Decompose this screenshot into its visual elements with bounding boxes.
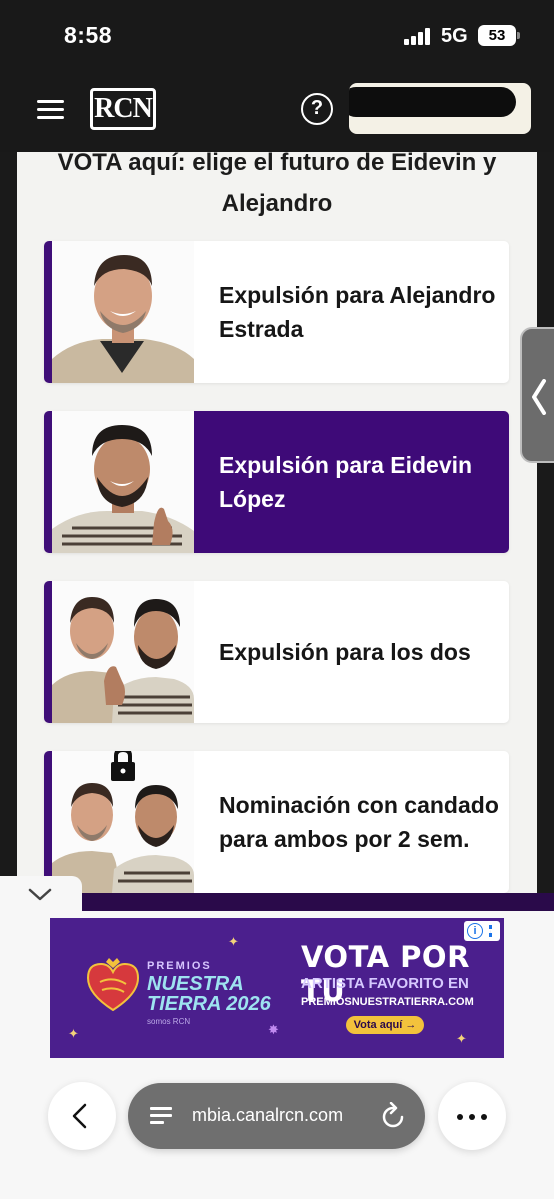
vote-option-label: Expulsión para los dos <box>219 639 471 665</box>
ad-url: PREMIOSNUESTRATIERRA.COM <box>301 996 474 1008</box>
ad-premios-line2: TIERRA 2026 <box>147 993 271 1015</box>
eidevin-photo <box>52 411 194 553</box>
star-decoration: ✦ <box>456 1031 467 1046</box>
network-type: 5G <box>441 25 468 47</box>
both-photo <box>52 581 194 723</box>
vote-panel: VOTA aquí: elige el futuro de Eidevin y … <box>17 152 537 912</box>
back-button[interactable] <box>48 1082 116 1150</box>
ad-subtitle: ARTISTA FAVORITO EN <box>301 975 469 992</box>
status-bar: 8:58 5G 53 <box>0 0 554 72</box>
alejandro-photo <box>52 241 194 383</box>
ad-premios-sub: somos RCN <box>147 1017 191 1026</box>
address-bar[interactable]: mbia.canalrcn.com <box>128 1083 425 1149</box>
status-time: 8:58 <box>64 22 113 48</box>
heart-logo-icon <box>86 958 140 1012</box>
vote-option-both[interactable]: Expulsión para los dos <box>44 581 509 723</box>
hamburger-menu-icon[interactable] <box>37 98 65 120</box>
help-circle-icon[interactable]: ? <box>301 93 333 125</box>
side-drawer-handle[interactable] <box>520 327 554 463</box>
vote-option-eidevin[interactable]: Expulsión para Eidevin López <box>44 411 509 553</box>
vote-option-label: Nominación con candado para ambos por 2 … <box>219 792 499 852</box>
collapse-ad-button[interactable] <box>0 876 82 916</box>
banner-ad[interactable]: ✦ ✦ ✸ ✦ PREMIOS NUESTRA TIERRA 2026 somo… <box>50 918 504 1058</box>
ad-premios-line1: NUESTRA <box>147 973 244 995</box>
url-text: mbia.canalrcn.com <box>192 1105 344 1125</box>
vote-option-label: Expulsión para Alejandro Estrada <box>219 282 496 342</box>
reload-icon[interactable] <box>380 1102 406 1130</box>
browser-toolbar: mbia.canalrcn.com <box>0 1071 554 1199</box>
more-options-button[interactable] <box>438 1082 506 1150</box>
chevron-left-icon <box>532 379 546 415</box>
page-title: VOTA aquí: elige el futuro de Eidevin y … <box>57 152 497 217</box>
ad-premios-small: PREMIOS <box>147 960 212 972</box>
star-decoration: ✦ <box>228 934 239 949</box>
chevron-left-icon <box>72 1103 87 1129</box>
chevron-down-icon <box>28 888 52 901</box>
ad-cta-button[interactable]: Vota aquí → <box>346 1016 424 1034</box>
battery-tip <box>517 32 520 39</box>
vote-option-alejandro[interactable]: Expulsión para Alejandro Estrada <box>44 241 509 383</box>
both-lock-photo <box>52 751 194 893</box>
vote-option-nomination-lock[interactable]: Nominación con candado para ambos por 2 … <box>44 751 509 893</box>
ad-container: ✦ ✦ ✸ ✦ PREMIOS NUESTRA TIERRA 2026 somo… <box>0 911 554 1071</box>
vote-option-label: Expulsión para Eidevin López <box>219 452 473 512</box>
account-button[interactable] <box>349 83 531 134</box>
redacted-region <box>349 87 516 117</box>
page-settings-icon[interactable] <box>150 1105 172 1127</box>
sticky-footer-band <box>75 893 554 911</box>
rcn-logo[interactable]: RCN <box>90 88 156 130</box>
star-decoration: ✦ <box>68 1026 79 1041</box>
site-header: RCN ? <box>0 72 554 152</box>
battery-icon: 53 <box>478 25 516 46</box>
star-decoration: ✸ <box>268 1022 279 1037</box>
ad-choices-icon[interactable]: i <box>464 921 500 941</box>
signal-icon <box>404 28 434 45</box>
